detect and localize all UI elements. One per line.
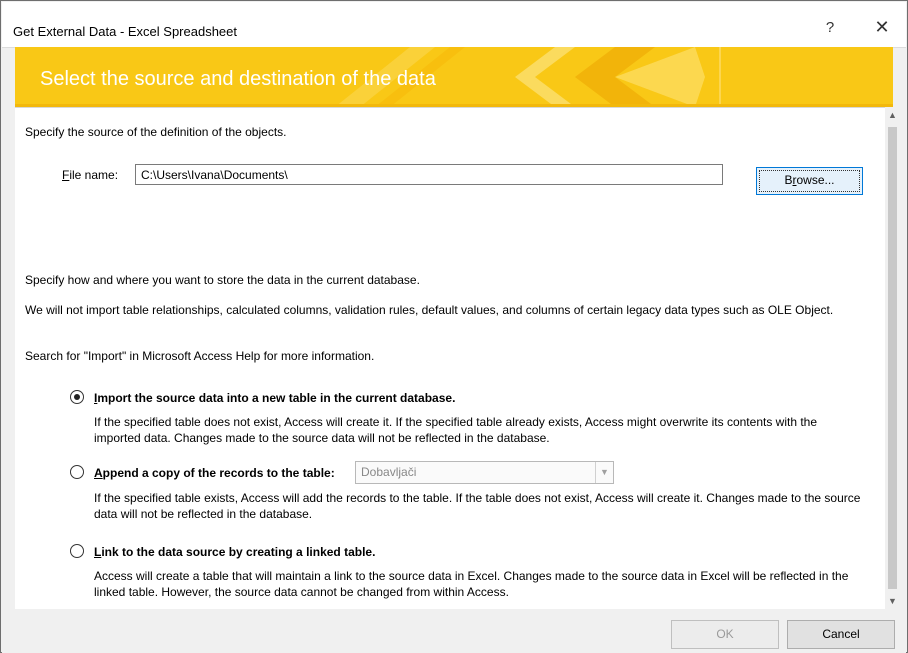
dialog-footer: OK Cancel — [2, 609, 906, 653]
source-instruction: Specify the source of the definition of … — [25, 125, 287, 139]
chevron-down-icon[interactable]: ▼ — [885, 593, 900, 609]
cancel-button[interactable]: Cancel — [787, 620, 895, 649]
help-button[interactable]: ? — [820, 19, 840, 41]
vertical-scrollbar[interactable]: ▲ ▼ — [885, 107, 900, 609]
ok-button[interactable]: OK — [671, 620, 779, 649]
chevron-down-icon: ▼ — [595, 462, 613, 483]
import-new-table-label[interactable]: Import the source data into a new table … — [94, 390, 455, 406]
title-bar: Get External Data - Excel Spreadsheet ? … — [2, 2, 906, 48]
append-records-description: If the specified table exists, Access wi… — [94, 491, 861, 521]
storage-note: We will not import table relationships, … — [25, 303, 834, 317]
storage-instruction: Specify how and where you want to store … — [25, 273, 420, 287]
link-table-description: Access will create a table that will mai… — [94, 569, 849, 599]
header-banner: Select the source and destination of the… — [15, 47, 893, 107]
browse-button[interactable]: Browse... — [756, 167, 863, 195]
link-table-radio[interactable] — [70, 544, 84, 558]
append-label-text: ppend a copy of the records to the table… — [102, 466, 335, 480]
link-table-label[interactable]: Link to the data source by creating a li… — [94, 544, 375, 560]
chevron-up-icon[interactable]: ▲ — [885, 107, 900, 123]
append-accel: A — [94, 466, 103, 480]
link-label-text: ink to the data source by creating a lin… — [101, 545, 376, 559]
dialog-content: Specify the source of the definition of … — [15, 107, 885, 610]
dialog-window: Get External Data - Excel Spreadsheet ? … — [0, 0, 908, 653]
banner-title: Select the source and destination of the… — [40, 68, 436, 90]
window-title: Get External Data - Excel Spreadsheet — [13, 24, 238, 39]
append-table-select[interactable]: Dobavljači ▼ — [355, 461, 614, 484]
file-name-label-text: ile name: — [69, 168, 119, 182]
browse-focus-ring — [759, 170, 860, 192]
append-table-value: Dobavljači — [361, 465, 417, 479]
append-records-radio[interactable] — [70, 465, 84, 479]
scrollbar-thumb[interactable] — [888, 127, 897, 589]
help-hint: Search for "Import" in Microsoft Access … — [25, 349, 375, 363]
import-new-table-description: If the specified table does not exist, A… — [94, 415, 818, 445]
import-label-text: mport the source data into a new table i… — [97, 391, 456, 405]
append-records-label[interactable]: Append a copy of the records to the tabl… — [94, 465, 335, 481]
file-name-label: File name: — [62, 168, 118, 182]
close-button[interactable]: ✕ — [868, 17, 896, 43]
import-new-table-radio[interactable] — [70, 390, 84, 404]
file-name-input[interactable] — [135, 164, 723, 185]
